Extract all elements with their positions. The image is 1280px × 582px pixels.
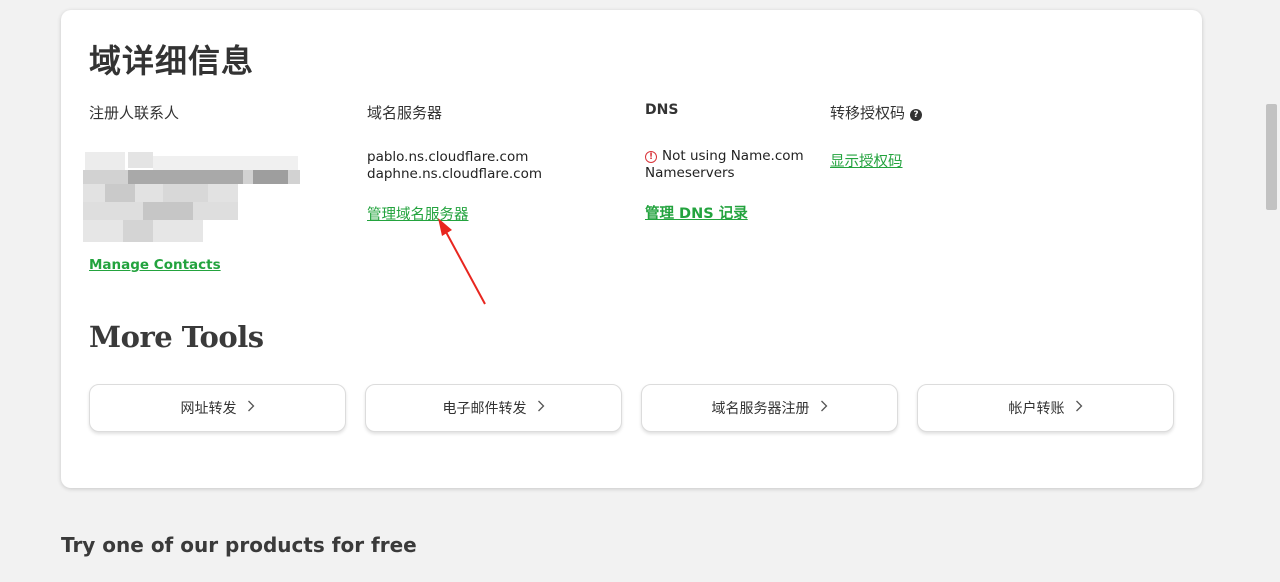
url-forwarding-label: 网址转发 xyxy=(180,401,237,417)
chevron-right-icon xyxy=(537,400,545,416)
dns-status: ! Not using Name.com xyxy=(645,148,804,165)
dns-status-line2: Nameservers xyxy=(645,165,735,181)
page-title: 域详细信息 xyxy=(89,42,255,80)
dns-status-line1: Not using Name.com xyxy=(662,148,804,164)
more-tools-title: More Tools xyxy=(89,320,264,354)
free-products-title: Try one of our products for free xyxy=(61,533,417,557)
email-forwarding-label: 电子邮件转发 xyxy=(442,401,527,417)
account-transfer-button[interactable]: 帐户转账 xyxy=(917,384,1174,432)
manage-nameservers-link[interactable]: 管理域名服务器 xyxy=(367,203,469,224)
redacted-contact-info xyxy=(83,150,303,245)
transfer-code-label-group: 转移授权码? xyxy=(830,102,923,123)
show-auth-code-link[interactable]: 显示授权码 xyxy=(830,150,903,171)
account-transfer-label: 帐户转账 xyxy=(1008,401,1065,417)
nameserver-secondary: daphne.ns.cloudflare.com xyxy=(367,166,543,182)
chevron-right-icon xyxy=(820,400,828,416)
nameservers-label: 域名服务器 xyxy=(367,104,443,122)
scrollbar-track[interactable] xyxy=(1263,0,1280,582)
manage-dns-records-link[interactable]: 管理 DNS 记录 xyxy=(645,202,748,223)
domain-details-card: 域详细信息 注册人联系人 Manage Contacts 域名服务器 pablo… xyxy=(61,10,1202,488)
nameserver-registration-label: 域名服务器注册 xyxy=(711,401,810,417)
nameserver-registration-button[interactable]: 域名服务器注册 xyxy=(641,384,898,432)
dns-label: DNS xyxy=(645,102,679,118)
alert-circle-icon: ! xyxy=(645,151,657,163)
manage-contacts-link[interactable]: Manage Contacts xyxy=(89,257,221,273)
registrant-label: 注册人联系人 xyxy=(89,104,180,122)
question-circle-icon[interactable]: ? xyxy=(910,109,923,121)
transfer-code-label: 转移授权码 xyxy=(830,104,906,122)
scrollbar-thumb[interactable] xyxy=(1266,104,1277,210)
chevron-right-icon xyxy=(1075,400,1083,416)
chevron-right-icon xyxy=(247,400,255,416)
email-forwarding-button[interactable]: 电子邮件转发 xyxy=(365,384,622,432)
url-forwarding-button[interactable]: 网址转发 xyxy=(89,384,346,432)
nameserver-primary: pablo.ns.cloudflare.com xyxy=(367,149,529,165)
